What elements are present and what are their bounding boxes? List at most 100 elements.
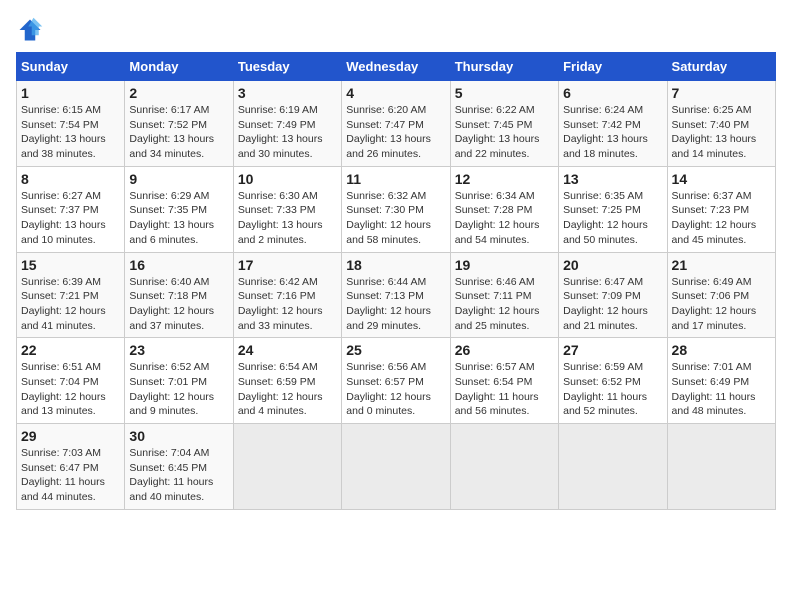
- logo: [16, 16, 48, 44]
- day-info: Sunrise: 6:35 AM Sunset: 7:25 PM Dayligh…: [563, 189, 662, 248]
- day-info: Sunrise: 7:03 AM Sunset: 6:47 PM Dayligh…: [21, 446, 120, 505]
- week-row-1: 8Sunrise: 6:27 AM Sunset: 7:37 PM Daylig…: [17, 166, 776, 252]
- logo-icon: [16, 16, 44, 44]
- day-cell-18: 18Sunrise: 6:44 AM Sunset: 7:13 PM Dayli…: [342, 252, 450, 338]
- day-cell-29: 29 Sunrise: 7:03 AM Sunset: 6:47 PM Dayli…: [17, 424, 125, 510]
- day-number: 26: [455, 342, 554, 358]
- day-cell-24: 24Sunrise: 6:54 AM Sunset: 6:59 PM Dayli…: [233, 338, 341, 424]
- day-info: Sunrise: 6:57 AM Sunset: 6:54 PM Dayligh…: [455, 360, 554, 419]
- weekday-header-wednesday: Wednesday: [342, 53, 450, 81]
- day-number: 7: [672, 85, 771, 101]
- empty-cell: [559, 424, 667, 510]
- day-number: 5: [455, 85, 554, 101]
- day-info: Sunrise: 6:42 AM Sunset: 7:16 PM Dayligh…: [238, 275, 337, 334]
- day-number: 29: [21, 428, 120, 444]
- empty-cell: [667, 424, 775, 510]
- day-info: Sunrise: 6:56 AM Sunset: 6:57 PM Dayligh…: [346, 360, 445, 419]
- week-row-0: 1 Sunrise: 6:15 AM Sunset: 7:54 PM Daylig…: [17, 81, 776, 167]
- day-number: 27: [563, 342, 662, 358]
- weekday-header-saturday: Saturday: [667, 53, 775, 81]
- day-info: Sunrise: 6:34 AM Sunset: 7:28 PM Dayligh…: [455, 189, 554, 248]
- day-cell-10: 10 Sunrise: 6:30 AM Sunset: 7:33 PM Dayli…: [233, 166, 341, 252]
- day-number: 16: [129, 257, 228, 273]
- day-number: 8: [21, 171, 120, 187]
- day-info: Sunrise: 6:44 AM Sunset: 7:13 PM Dayligh…: [346, 275, 445, 334]
- day-number: 19: [455, 257, 554, 273]
- day-info: Sunrise: 6:15 AM Sunset: 7:54 PM Dayligh…: [21, 103, 120, 162]
- page-header: [16, 16, 776, 44]
- day-info: Sunrise: 6:39 AM Sunset: 7:21 PM Dayligh…: [21, 275, 120, 334]
- day-cell-3: 3 Sunrise: 6:19 AM Sunset: 7:49 PM Daylig…: [233, 81, 341, 167]
- weekday-header-tuesday: Tuesday: [233, 53, 341, 81]
- day-cell-23: 23 Sunrise: 6:52 AM Sunset: 7:01 PM Dayli…: [125, 338, 233, 424]
- day-cell-28: 28 Sunrise: 7:01 AM Sunset: 6:49 PM Dayli…: [667, 338, 775, 424]
- day-info: Sunrise: 7:01 AM Sunset: 6:49 PM Dayligh…: [672, 360, 771, 419]
- day-number: 6: [563, 85, 662, 101]
- day-info: Sunrise: 6:25 AM Sunset: 7:40 PM Dayligh…: [672, 103, 771, 162]
- day-info: Sunrise: 6:19 AM Sunset: 7:49 PM Dayligh…: [238, 103, 337, 162]
- day-cell-21: 21Sunrise: 6:49 AM Sunset: 7:06 PM Dayli…: [667, 252, 775, 338]
- day-info: Sunrise: 6:17 AM Sunset: 7:52 PM Dayligh…: [129, 103, 228, 162]
- weekday-header-sunday: Sunday: [17, 53, 125, 81]
- day-cell-11: 11Sunrise: 6:32 AM Sunset: 7:30 PM Dayli…: [342, 166, 450, 252]
- day-cell-26: 26 Sunrise: 6:57 AM Sunset: 6:54 PM Dayli…: [450, 338, 558, 424]
- day-number: 20: [563, 257, 662, 273]
- day-cell-13: 13 Sunrise: 6:35 AM Sunset: 7:25 PM Dayli…: [559, 166, 667, 252]
- day-info: Sunrise: 6:59 AM Sunset: 6:52 PM Dayligh…: [563, 360, 662, 419]
- day-cell-27: 27 Sunrise: 6:59 AM Sunset: 6:52 PM Dayli…: [559, 338, 667, 424]
- weekday-header-row: SundayMondayTuesdayWednesdayThursdayFrid…: [17, 53, 776, 81]
- day-number: 3: [238, 85, 337, 101]
- day-number: 17: [238, 257, 337, 273]
- week-row-4: 29 Sunrise: 7:03 AM Sunset: 6:47 PM Dayli…: [17, 424, 776, 510]
- day-number: 21: [672, 257, 771, 273]
- day-number: 15: [21, 257, 120, 273]
- day-info: Sunrise: 6:20 AM Sunset: 7:47 PM Dayligh…: [346, 103, 445, 162]
- day-cell-25: 25 Sunrise: 6:56 AM Sunset: 6:57 PM Dayli…: [342, 338, 450, 424]
- day-info: Sunrise: 6:29 AM Sunset: 7:35 PM Dayligh…: [129, 189, 228, 248]
- day-info: Sunrise: 6:30 AM Sunset: 7:33 PM Dayligh…: [238, 189, 337, 248]
- day-number: 4: [346, 85, 445, 101]
- day-cell-16: 16 Sunrise: 6:40 AM Sunset: 7:18 PM Dayli…: [125, 252, 233, 338]
- day-info: Sunrise: 6:51 AM Sunset: 7:04 PM Dayligh…: [21, 360, 120, 419]
- day-cell-9: 9 Sunrise: 6:29 AM Sunset: 7:35 PM Daylig…: [125, 166, 233, 252]
- day-cell-7: 7 Sunrise: 6:25 AM Sunset: 7:40 PM Daylig…: [667, 81, 775, 167]
- day-info: Sunrise: 6:52 AM Sunset: 7:01 PM Dayligh…: [129, 360, 228, 419]
- week-row-3: 22 Sunrise: 6:51 AM Sunset: 7:04 PM Dayli…: [17, 338, 776, 424]
- week-row-2: 15 Sunrise: 6:39 AM Sunset: 7:21 PM Dayli…: [17, 252, 776, 338]
- day-info: Sunrise: 6:40 AM Sunset: 7:18 PM Dayligh…: [129, 275, 228, 334]
- empty-cell: [233, 424, 341, 510]
- day-number: 28: [672, 342, 771, 358]
- day-cell-15: 15 Sunrise: 6:39 AM Sunset: 7:21 PM Dayli…: [17, 252, 125, 338]
- weekday-header-friday: Friday: [559, 53, 667, 81]
- day-number: 22: [21, 342, 120, 358]
- day-info: Sunrise: 6:46 AM Sunset: 7:11 PM Dayligh…: [455, 275, 554, 334]
- day-number: 25: [346, 342, 445, 358]
- empty-cell: [342, 424, 450, 510]
- day-cell-22: 22 Sunrise: 6:51 AM Sunset: 7:04 PM Dayli…: [17, 338, 125, 424]
- day-number: 13: [563, 171, 662, 187]
- day-number: 10: [238, 171, 337, 187]
- day-cell-5: 5 Sunrise: 6:22 AM Sunset: 7:45 PM Daylig…: [450, 81, 558, 167]
- day-number: 1: [21, 85, 120, 101]
- day-number: 14: [672, 171, 771, 187]
- day-info: Sunrise: 7:04 AM Sunset: 6:45 PM Dayligh…: [129, 446, 228, 505]
- day-number: 2: [129, 85, 228, 101]
- day-info: Sunrise: 6:54 AM Sunset: 6:59 PM Dayligh…: [238, 360, 337, 419]
- day-number: 11: [346, 171, 445, 187]
- day-number: 9: [129, 171, 228, 187]
- day-cell-14: 14 Sunrise: 6:37 AM Sunset: 7:23 PM Dayli…: [667, 166, 775, 252]
- day-cell-4: 4 Sunrise: 6:20 AM Sunset: 7:47 PM Daylig…: [342, 81, 450, 167]
- day-cell-20: 20 Sunrise: 6:47 AM Sunset: 7:09 PM Dayli…: [559, 252, 667, 338]
- weekday-header-thursday: Thursday: [450, 53, 558, 81]
- day-number: 23: [129, 342, 228, 358]
- day-cell-1: 1 Sunrise: 6:15 AM Sunset: 7:54 PM Daylig…: [17, 81, 125, 167]
- day-info: Sunrise: 6:22 AM Sunset: 7:45 PM Dayligh…: [455, 103, 554, 162]
- day-cell-17: 17 Sunrise: 6:42 AM Sunset: 7:16 PM Dayli…: [233, 252, 341, 338]
- empty-cell: [450, 424, 558, 510]
- day-cell-8: 8Sunrise: 6:27 AM Sunset: 7:37 PM Daylig…: [17, 166, 125, 252]
- day-info: Sunrise: 6:47 AM Sunset: 7:09 PM Dayligh…: [563, 275, 662, 334]
- day-info: Sunrise: 6:37 AM Sunset: 7:23 PM Dayligh…: [672, 189, 771, 248]
- day-cell-19: 19 Sunrise: 6:46 AM Sunset: 7:11 PM Dayli…: [450, 252, 558, 338]
- day-number: 12: [455, 171, 554, 187]
- day-info: Sunrise: 6:24 AM Sunset: 7:42 PM Dayligh…: [563, 103, 662, 162]
